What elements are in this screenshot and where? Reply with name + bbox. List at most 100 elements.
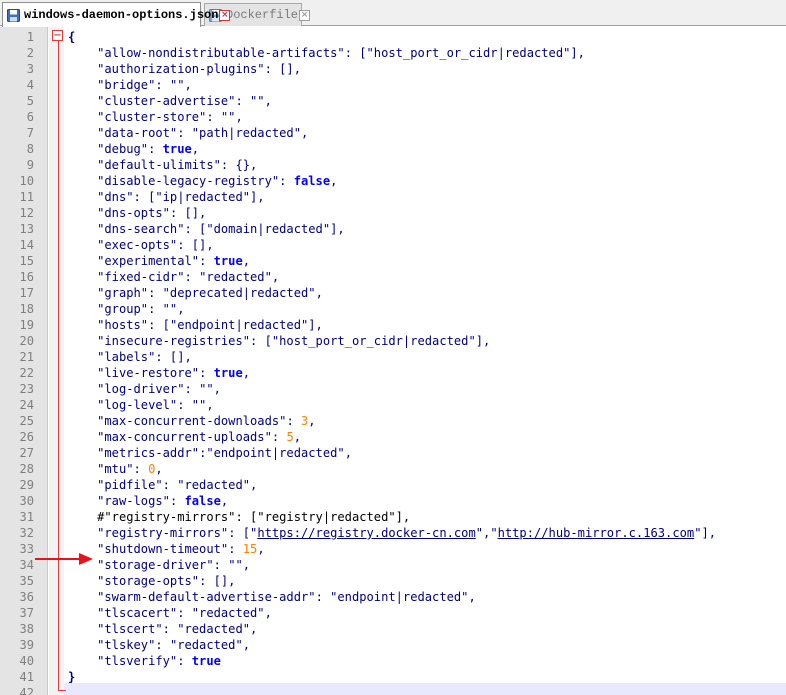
code-line[interactable]: 34 "storage-driver": "", bbox=[0, 557, 786, 573]
line-number: 2 bbox=[26, 46, 34, 60]
code-line[interactable]: 9 "default-ulimits": {}, bbox=[0, 157, 786, 173]
line-number: 8 bbox=[26, 142, 34, 156]
code-text: "shutdown-timeout": 15, bbox=[68, 541, 264, 557]
tab-windows-daemon-options[interactable]: windows-daemon-options.json × bbox=[2, 2, 231, 27]
code-line[interactable]: 29 "pidfile": "redacted", bbox=[0, 477, 786, 493]
code-line[interactable]: 24 "log-level": "", bbox=[0, 397, 786, 413]
code-text: "disable-legacy-registry": false, bbox=[68, 173, 337, 189]
code-line[interactable]: 36 "swarm-default-advertise-addr": "endp… bbox=[0, 589, 786, 605]
code-line[interactable]: 19 "hosts": ["endpoint|redacted"], bbox=[0, 317, 786, 333]
code-link[interactable]: https://registry.docker-cn.com bbox=[257, 526, 475, 540]
code-token: : [], bbox=[199, 574, 236, 588]
code-line[interactable]: 35 "storage-opts": [], bbox=[0, 573, 786, 589]
code-line[interactable]: 33 "shutdown-timeout": 15, bbox=[0, 541, 786, 557]
line-number: 42 bbox=[19, 686, 34, 695]
line-number: 10 bbox=[19, 174, 34, 188]
code-token: "disable-legacy-registry" bbox=[97, 174, 280, 188]
code-line[interactable]: 5 "cluster-advertise": "", bbox=[0, 93, 786, 109]
code-line[interactable]: 25 "max-concurrent-downloads": 3, bbox=[0, 413, 786, 429]
code-line[interactable]: 23 "log-driver": "", bbox=[0, 381, 786, 397]
code-token: : bbox=[169, 494, 185, 508]
code-token: ], bbox=[308, 318, 323, 332]
code-token: "endpoint|redacted" bbox=[330, 590, 469, 604]
code-line[interactable]: 2 "allow-nondistributable-artifacts": ["… bbox=[0, 45, 786, 61]
code-line[interactable]: 20 "insecure-registries": ["host_port_or… bbox=[0, 333, 786, 349]
code-line[interactable]: 31 #"registry-mirrors": ["registry|redac… bbox=[0, 509, 786, 525]
code-line[interactable]: 26 "max-concurrent-uploads": 5, bbox=[0, 429, 786, 445]
code-token: "tlscert" bbox=[97, 622, 163, 636]
code-line[interactable]: 28 "mtu": 0, bbox=[0, 461, 786, 477]
tab-label: windows-daemon-options.json bbox=[24, 8, 219, 22]
code-text: "group": "", bbox=[68, 301, 184, 317]
code-text: "mtu": 0, bbox=[68, 461, 163, 477]
code-line[interactable]: 37 "tlscacert": "redacted", bbox=[0, 605, 786, 621]
line-number: 14 bbox=[19, 238, 34, 252]
code-line[interactable]: 18 "group": "", bbox=[0, 301, 786, 317]
code-editor[interactable]: − 1{2 "allow-nondistributable-artifacts"… bbox=[0, 27, 786, 695]
code-line[interactable]: 17 "graph": "deprecated|redacted", bbox=[0, 285, 786, 301]
code-line[interactable]: 15 "experimental": true, bbox=[0, 253, 786, 269]
code-text: "cluster-advertise": "", bbox=[68, 93, 272, 109]
code-token: "redacted" bbox=[199, 270, 272, 284]
code-token: "" bbox=[199, 382, 214, 396]
close-icon[interactable]: × bbox=[219, 9, 231, 21]
code-token: "mtu" bbox=[97, 462, 134, 476]
code-token: ], bbox=[475, 334, 491, 348]
code-text: "bridge": "", bbox=[68, 77, 192, 93]
code-token: "log-driver" bbox=[97, 382, 185, 396]
code-line[interactable]: 14 "exec-opts": [], bbox=[0, 237, 786, 253]
code-token: : [], bbox=[169, 206, 207, 220]
code-token: "" bbox=[169, 78, 185, 92]
code-token: "storage-driver" bbox=[97, 558, 214, 572]
code-text: "fixed-cidr": "redacted", bbox=[68, 269, 279, 285]
code-line[interactable]: 41} bbox=[0, 669, 786, 685]
code-line[interactable]: 8 "debug": true, bbox=[0, 141, 786, 157]
code-line[interactable]: 11 "dns": ["ip|redacted"], bbox=[0, 189, 786, 205]
code-line[interactable]: 30 "raw-logs": false, bbox=[0, 493, 786, 509]
code-token: "" bbox=[220, 110, 236, 124]
code-line[interactable]: 7 "data-root": "path|redacted", bbox=[0, 125, 786, 141]
code-token: : [ bbox=[344, 46, 367, 60]
code-token: "host_port_or_cidr|redacted" bbox=[271, 334, 476, 348]
code-text: "exec-opts": [], bbox=[68, 237, 214, 253]
code-line[interactable]: 1{ bbox=[0, 29, 786, 45]
code-line[interactable]: 32 "registry-mirrors": ["https://registr… bbox=[0, 525, 786, 541]
code-line[interactable]: 39 "tlskey": "redacted", bbox=[0, 637, 786, 653]
code-line[interactable]: 21 "labels": [], bbox=[0, 349, 786, 365]
code-line[interactable]: 13 "dns-search": ["domain|redacted"], bbox=[0, 221, 786, 237]
code-line[interactable]: 27 "metrics-addr":"endpoint|redacted", bbox=[0, 445, 786, 461]
code-line[interactable]: 12 "dns-opts": [], bbox=[0, 205, 786, 221]
code-text: "authorization-plugins": [], bbox=[68, 61, 301, 77]
line-number: 9 bbox=[26, 158, 34, 172]
close-icon[interactable]: × bbox=[299, 9, 311, 21]
code-token: , bbox=[271, 270, 280, 284]
code-token: : [ bbox=[148, 318, 170, 332]
code-text: "dns": ["ip|redacted"], bbox=[68, 189, 264, 205]
line-number: 5 bbox=[26, 94, 34, 108]
code-line[interactable]: 42 bbox=[0, 685, 786, 695]
code-line[interactable]: 3 "authorization-plugins": [], bbox=[0, 61, 786, 77]
code-text: "registry-mirrors": ["https://registry.d… bbox=[68, 525, 716, 541]
code-line[interactable]: 16 "fixed-cidr": "redacted", bbox=[0, 269, 786, 285]
code-token: "debug" bbox=[97, 142, 149, 156]
line-number: 32 bbox=[19, 526, 34, 540]
code-token: "domain|redacted" bbox=[206, 222, 331, 236]
code-text: "raw-logs": false, bbox=[68, 493, 228, 509]
code-token: "cluster-store" bbox=[97, 110, 207, 124]
code-line[interactable]: 38 "tlscert": "redacted", bbox=[0, 621, 786, 637]
code-token: "" bbox=[191, 398, 207, 412]
code-token: { bbox=[68, 30, 76, 44]
code-token: : bbox=[279, 174, 294, 188]
code-line[interactable]: 6 "cluster-store": "", bbox=[0, 109, 786, 125]
code-text: "graph": "deprecated|redacted", bbox=[68, 285, 323, 301]
code-text: "log-level": "", bbox=[68, 397, 214, 413]
code-line[interactable]: 40 "tlsverify": true bbox=[0, 653, 786, 669]
code-line[interactable]: 22 "live-restore": true, bbox=[0, 365, 786, 381]
line-number: 13 bbox=[19, 222, 34, 236]
code-line[interactable]: 10 "disable-legacy-registry": false, bbox=[0, 173, 786, 189]
red-arrow bbox=[35, 553, 93, 565]
tab-label: Dockerfile bbox=[226, 8, 299, 22]
code-line[interactable]: 4 "bridge": "", bbox=[0, 77, 786, 93]
code-link[interactable]: http://hub-mirror.c.163.com bbox=[498, 526, 695, 540]
code-token: : bbox=[162, 478, 178, 492]
